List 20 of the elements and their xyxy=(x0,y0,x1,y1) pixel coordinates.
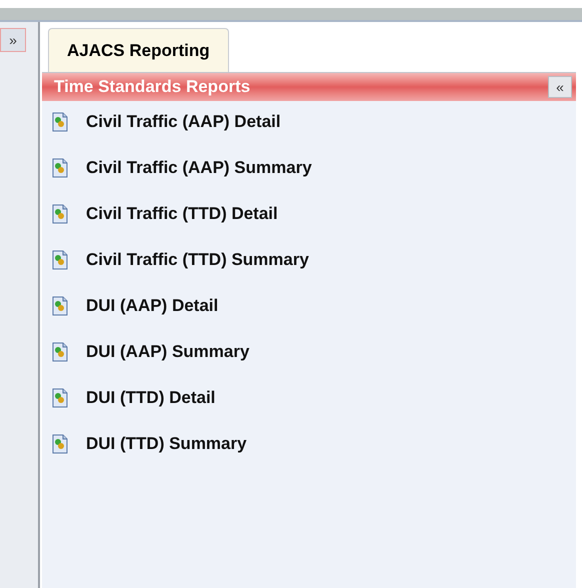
report-link[interactable]: DUI (AAP) Summary xyxy=(86,338,250,364)
report-icon xyxy=(52,204,68,224)
collapse-button[interactable]: « xyxy=(548,76,572,98)
report-link[interactable]: DUI (TTD) Detail xyxy=(86,384,216,410)
report-icon xyxy=(52,342,68,362)
report-link[interactable]: DUI (AAP) Detail xyxy=(86,292,218,318)
tab[interactable]: AJACS Reporting xyxy=(48,28,229,72)
panel-title: Time Standards Reports xyxy=(54,76,250,98)
report-icon xyxy=(52,296,68,316)
report-link[interactable]: Civil Traffic (AAP) Summary xyxy=(86,154,312,180)
report-icon xyxy=(52,158,68,178)
report-link[interactable]: Civil Traffic (TTD) Summary xyxy=(86,246,309,272)
report-icon xyxy=(52,434,68,454)
report-link[interactable]: Civil Traffic (TTD) Detail xyxy=(86,200,278,226)
report-link[interactable]: DUI (TTD) Summary xyxy=(86,430,247,456)
report-icon xyxy=(52,388,68,408)
expand-button[interactable]: » xyxy=(0,28,26,52)
report-link[interactable]: Civil Traffic (AAP) Detail xyxy=(86,108,281,134)
report-icon xyxy=(52,250,68,270)
report-icon xyxy=(52,112,68,132)
